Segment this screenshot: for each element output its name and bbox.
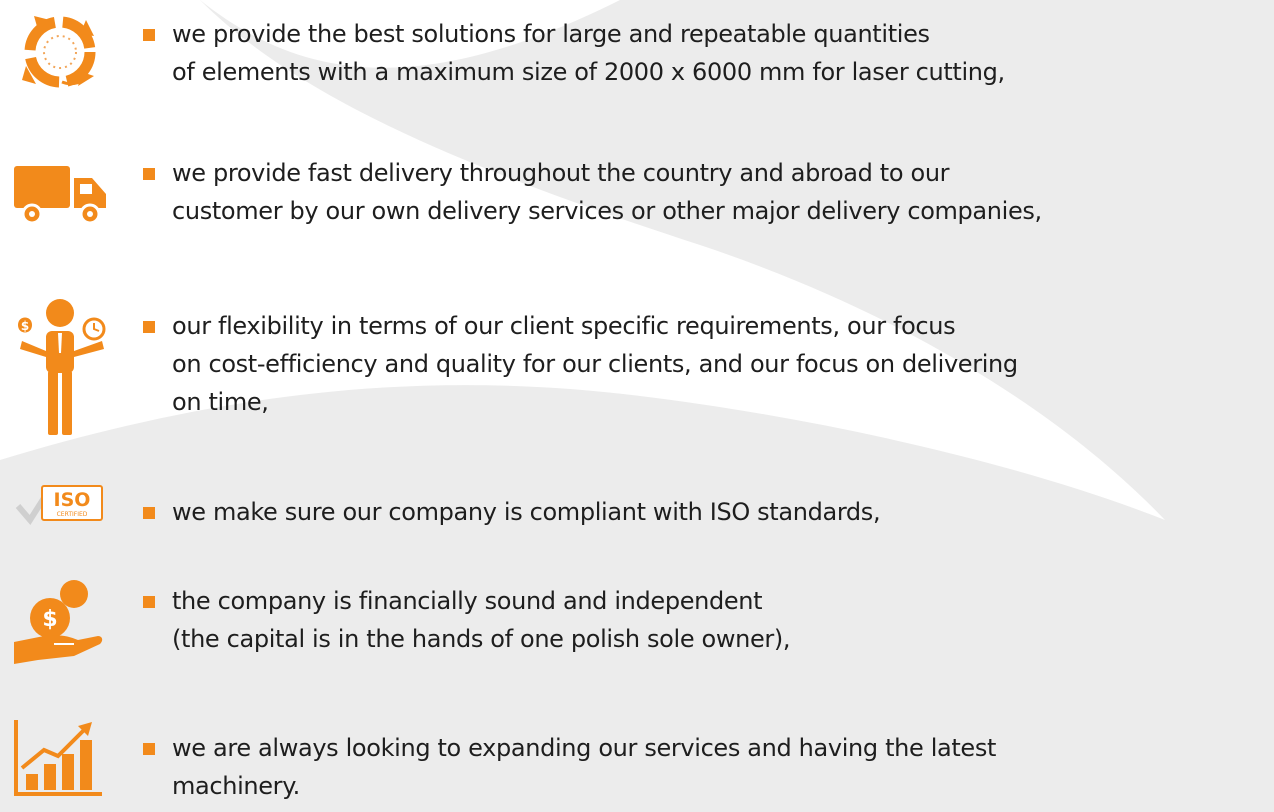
list-item-text: our flexibility in terms of our client s…: [172, 312, 1018, 416]
list-item-flexibility: $ our flexibility in terms of our client…: [0, 295, 1274, 445]
list-item-text: we provide fast delivery throughout the …: [172, 159, 1042, 225]
iso-certified-icon: ISO CERTIFIED: [15, 485, 103, 526]
list-item-financial: $ the company is financially sound and i…: [0, 570, 1274, 680]
list-item-growth: we are always looking to expanding our s…: [0, 710, 1274, 812]
svg-text:$: $: [21, 319, 29, 333]
bullet-marker: [143, 168, 155, 180]
growth-chart-icon: [14, 720, 102, 796]
iso-badge-subtitle: CERTIFIED: [57, 511, 88, 518]
iso-badge-title: ISO: [54, 489, 91, 511]
list-item-text: we make sure our company is compliant wi…: [172, 498, 881, 526]
bullet-marker: [143, 596, 155, 608]
bullet-marker: [143, 321, 155, 333]
bullet-marker: [143, 29, 155, 41]
list-item-text: the company is financially sound and ind…: [172, 587, 791, 653]
list-item-delivery: we provide fast delivery throughout the …: [0, 140, 1274, 250]
list-item-solutions: we provide the best solutions for large …: [0, 0, 1274, 110]
bullet-marker: [143, 507, 155, 519]
list-item-iso: ISO CERTIFIED we make sure our company i…: [0, 480, 1274, 540]
recycle-cycle-icon: [22, 16, 96, 88]
bullet-marker: [143, 743, 155, 755]
delivery-truck-icon: [14, 166, 106, 225]
list-item-text: we provide the best solutions for large …: [172, 20, 1005, 86]
businessman-balance-icon: $: [18, 299, 106, 435]
money-hand-icon: $: [14, 580, 103, 664]
svg-text:$: $: [42, 607, 57, 632]
list-item-text: we are always looking to expanding our s…: [172, 734, 997, 800]
